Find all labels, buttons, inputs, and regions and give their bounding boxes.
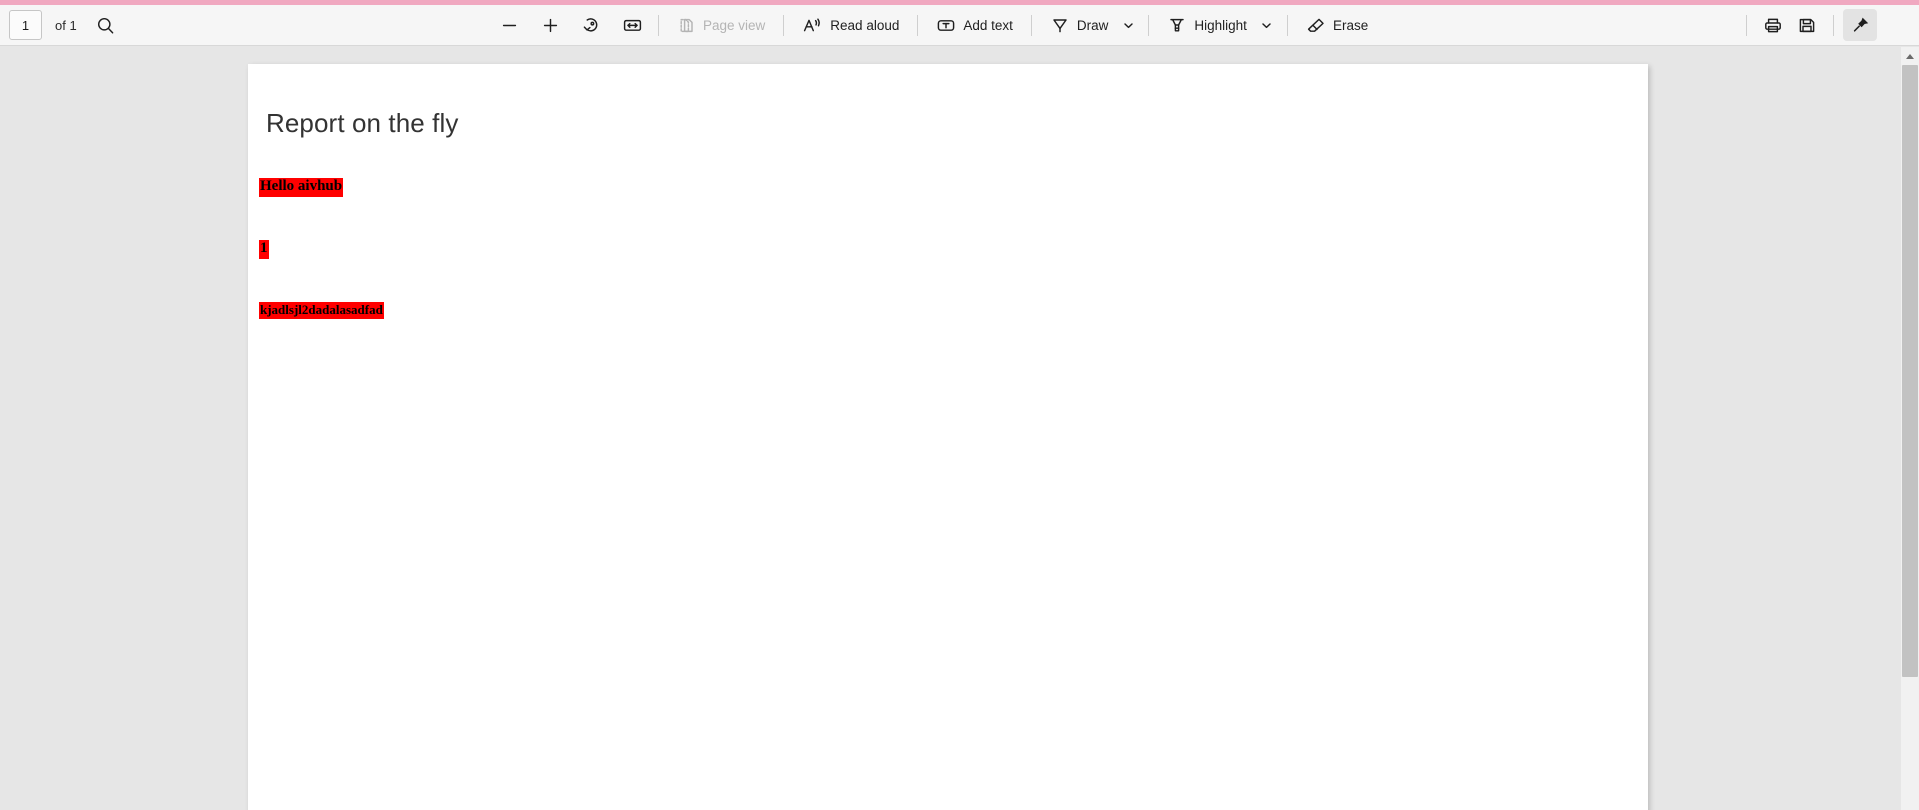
toolbar-divider bbox=[917, 14, 919, 36]
toolbar-divider bbox=[1286, 14, 1288, 36]
save-icon[interactable] bbox=[1790, 9, 1824, 41]
pdf-toolbar: of 1 bbox=[0, 5, 1919, 46]
highlight-annotation[interactable]: 1 bbox=[259, 240, 269, 259]
draw-button[interactable]: Draw bbox=[1041, 9, 1118, 41]
add-text-label: Add text bbox=[963, 17, 1013, 33]
toolbar-right-group bbox=[1737, 9, 1877, 41]
search-icon[interactable] bbox=[89, 9, 123, 41]
pin-icon[interactable] bbox=[1843, 9, 1877, 41]
fit-to-width-icon[interactable] bbox=[615, 9, 649, 41]
chevron-down-icon[interactable] bbox=[1117, 9, 1139, 41]
page-number-input[interactable] bbox=[9, 10, 42, 40]
scroll-up-arrow-icon[interactable] bbox=[1901, 47, 1919, 65]
read-aloud-label: Read aloud bbox=[830, 17, 900, 33]
erase-button[interactable]: Erase bbox=[1297, 9, 1377, 41]
highlight-annotation[interactable]: Hello aivhub bbox=[259, 178, 344, 197]
toolbar-divider bbox=[1030, 14, 1032, 36]
read-aloud-button[interactable]: Read aloud bbox=[793, 9, 908, 41]
rotate-clockwise-icon[interactable] bbox=[574, 9, 608, 41]
plus-icon[interactable] bbox=[533, 9, 567, 41]
page-title: Report on the fly bbox=[266, 108, 459, 138]
page-view-label: Page view bbox=[703, 17, 766, 33]
minus-icon[interactable] bbox=[492, 9, 526, 41]
add-text-button[interactable]: Add text bbox=[927, 9, 1022, 41]
document-viewport[interactable]: Report on the fly Hello aivhub 1 kjadlsj… bbox=[0, 47, 1901, 810]
page-view-button[interactable]: Page view bbox=[668, 9, 774, 41]
vertical-scrollbar[interactable] bbox=[1901, 47, 1919, 810]
scroll-thumb[interactable] bbox=[1902, 65, 1918, 677]
erase-label: Erase bbox=[1332, 17, 1369, 33]
toolbar-divider bbox=[1746, 14, 1747, 36]
highlight-label: Highlight bbox=[1194, 17, 1247, 33]
pdf-page[interactable]: Report on the fly Hello aivhub 1 kjadlsj… bbox=[248, 64, 1648, 810]
highlight-annotation[interactable]: kjadlsjl2dadalasadfad bbox=[259, 302, 384, 319]
print-icon[interactable] bbox=[1756, 9, 1790, 41]
toolbar-divider bbox=[658, 14, 659, 36]
highlight-button[interactable]: Highlight bbox=[1158, 9, 1256, 41]
chevron-down-icon[interactable] bbox=[1256, 9, 1278, 41]
toolbar-center-group: Page view Read aloud Add text Draw Highl… bbox=[492, 9, 1377, 41]
page-count-label: of 1 bbox=[55, 17, 77, 33]
toolbar-divider bbox=[1148, 14, 1150, 36]
toolbar-divider bbox=[783, 14, 785, 36]
toolbar-left-group: of 1 bbox=[0, 9, 123, 41]
toolbar-divider bbox=[1833, 14, 1834, 36]
draw-label: Draw bbox=[1076, 17, 1109, 33]
